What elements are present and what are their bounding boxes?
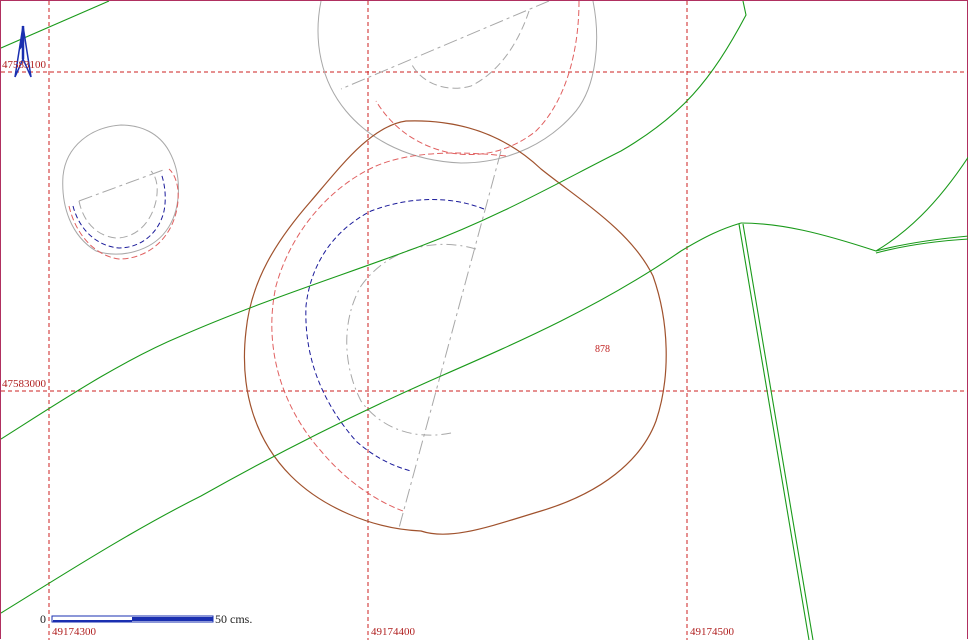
top-section-line	[340, 1, 550, 90]
green-line-top-left	[1, 1, 110, 49]
green-boundaries	[1, 1, 968, 640]
top-feature-outline	[317, 1, 598, 164]
main-blue-contour	[305, 199, 485, 472]
green-line-vertical-1	[738, 223, 810, 640]
scale-bar: 0 50 cms.	[40, 612, 252, 626]
scale-start-label: 0	[40, 612, 46, 626]
y-coord-label-bottom: 47583000	[2, 378, 47, 390]
x-coord-label-1: 49174300	[52, 626, 97, 638]
coordinate-grid	[1, 1, 968, 640]
map-drawing: 47583100 47583000 49174300 49174400 4917…	[1, 1, 968, 640]
parcel-878-outline	[243, 120, 667, 535]
map-canvas[interactable]: 47583100 47583000 49174300 49174400 4917…	[0, 0, 968, 640]
main-section-line	[398, 150, 502, 529]
green-line-lower-diagonal	[1, 222, 742, 614]
gray-contours	[62, 1, 598, 529]
scale-bar-fill	[132, 617, 213, 621]
scale-end-label: 50 cms.	[215, 612, 252, 626]
scale-bar-fill-left	[53, 620, 132, 622]
green-line-vertical-2	[742, 223, 814, 640]
x-coord-label-3: 49174500	[690, 626, 735, 638]
left-small-feature-outline	[62, 124, 179, 255]
left-small-inner-gray	[78, 170, 158, 239]
top-red-contour	[375, 1, 580, 156]
y-coord-label-top: 47583100	[2, 59, 47, 71]
red-contours	[68, 1, 580, 512]
main-inner-gray-dashed	[346, 243, 477, 436]
left-small-blue-contour	[72, 172, 166, 249]
main-red-contour	[271, 152, 507, 512]
left-section-line	[78, 168, 167, 202]
green-line-right-branch	[740, 222, 968, 252]
top-inner-gray-dashed	[410, 10, 530, 89]
left-small-red-contour	[68, 168, 179, 260]
green-line-upper-diagonal	[1, 1, 747, 440]
parcel-number-label: 878	[595, 344, 610, 355]
x-coord-label-2: 49174400	[371, 626, 416, 638]
blue-contours	[72, 172, 485, 472]
green-line-right-up	[875, 156, 968, 252]
